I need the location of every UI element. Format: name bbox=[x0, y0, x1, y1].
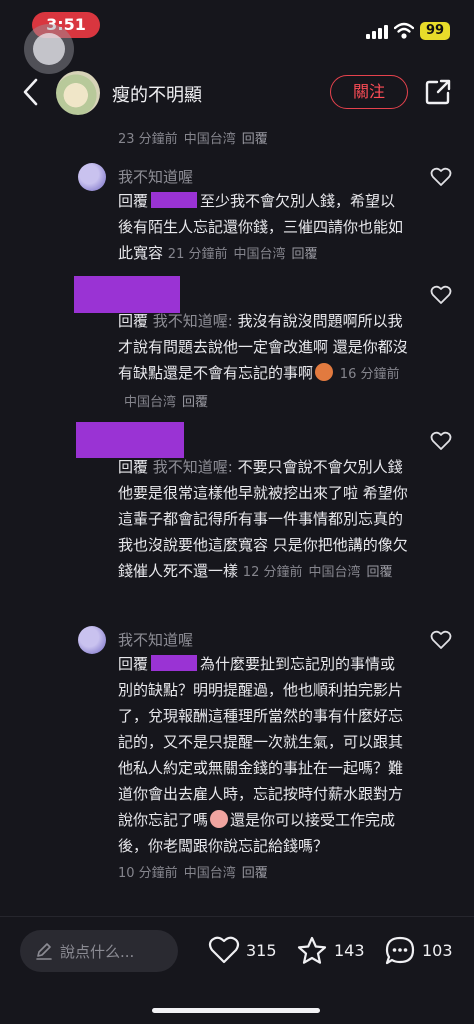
avatar[interactable] bbox=[78, 163, 106, 191]
redacted-mention bbox=[151, 192, 198, 208]
comment-meta: 23 分鐘前 中国台湾 回覆 bbox=[118, 128, 268, 147]
like-button[interactable]: 315 bbox=[208, 933, 278, 969]
avatar[interactable] bbox=[78, 626, 106, 654]
mention-tag[interactable]: 我不知道喔: bbox=[153, 458, 233, 476]
follow-button[interactable]: 關注 bbox=[330, 75, 408, 109]
share-icon[interactable] bbox=[424, 78, 452, 106]
cellular-signal-icon bbox=[366, 25, 388, 39]
status-bar: 3:51 99 bbox=[0, 0, 474, 74]
pen-icon bbox=[36, 943, 52, 960]
star-icon bbox=[297, 936, 327, 964]
heart-icon[interactable] bbox=[430, 630, 452, 650]
favorite-count: 143 bbox=[334, 941, 365, 960]
commenter-name[interactable]: 我不知道喔 bbox=[118, 629, 193, 650]
comment-icon bbox=[385, 936, 415, 965]
reply-button[interactable]: 回覆 bbox=[242, 132, 268, 147]
commenter-name[interactable]: 我不知道喔 bbox=[118, 166, 193, 187]
back-icon[interactable] bbox=[18, 74, 44, 110]
heart-icon bbox=[208, 936, 240, 964]
comment-body: 不要只會說不會欠別人錢 他要是很常這樣他早就被挖出來了啦 希望你這輩子都會記得所… bbox=[118, 458, 408, 580]
angry-emoji-icon bbox=[315, 363, 334, 381]
reply-prefix: 回覆 bbox=[118, 655, 149, 673]
heart-icon[interactable] bbox=[430, 285, 452, 305]
comment-location: 中国台湾 bbox=[183, 866, 236, 881]
comment-time: 10 分鐘前 bbox=[118, 866, 178, 881]
heart-icon[interactable] bbox=[430, 167, 452, 187]
battery-indicator: 99 bbox=[420, 22, 450, 40]
mention-tag[interactable]: 我不知道喔: bbox=[153, 312, 233, 330]
reply-button[interactable]: 回覆 bbox=[242, 866, 268, 881]
redacted-mention bbox=[151, 655, 198, 671]
comment-count: 103 bbox=[422, 941, 453, 960]
comment-input[interactable]: 說点什么... bbox=[20, 930, 178, 972]
comment-time: 12 分鐘前 bbox=[242, 565, 303, 580]
reply-prefix: 回覆 bbox=[118, 312, 149, 330]
home-indicator[interactable] bbox=[152, 1008, 320, 1013]
comment-location: 中国台湾 bbox=[183, 132, 236, 147]
comment-location: 中国台湾 bbox=[308, 565, 361, 580]
comment-text[interactable]: 回覆 至少我不會欠別人錢，希望以後有陌生人忘記還你錢，三催四請你也能如此寬容 21… bbox=[118, 188, 408, 268]
comment-text[interactable]: 回覆 我不知道喔: 不要只會說不會欠別人錢 他要是很常這樣他早就被挖出來了啦 希… bbox=[118, 454, 408, 586]
comment-button[interactable]: 103 bbox=[384, 933, 454, 969]
comment-body: 為什麼要扯到忘記別的事情或別的缺點？明明提醒過，他也順利拍完影片了，兌現報酬這種… bbox=[118, 655, 404, 829]
comment-location: 中国台湾 bbox=[124, 395, 177, 410]
reply-button[interactable]: 回覆 bbox=[367, 565, 393, 580]
user-name[interactable]: 瘦的不明顯 bbox=[112, 81, 202, 107]
favorite-button[interactable]: 143 bbox=[296, 933, 366, 969]
wifi-icon bbox=[394, 22, 414, 39]
reply-button[interactable]: 回覆 bbox=[292, 247, 318, 262]
divider bbox=[0, 916, 474, 917]
reply-button[interactable]: 回覆 bbox=[182, 395, 208, 410]
reply-prefix: 回覆 bbox=[118, 458, 149, 476]
redacted-user-block bbox=[76, 422, 184, 458]
comment-time: 21 分鐘前 bbox=[167, 247, 228, 262]
comment-time: 23 分鐘前 bbox=[118, 132, 178, 147]
comment-text[interactable]: 回覆 我不知道喔: 我沒有說沒問題啊所以我才說有問題去說他一定會改進啊 還是你都… bbox=[118, 308, 408, 416]
avatar[interactable] bbox=[56, 71, 100, 115]
reply-prefix: 回覆 bbox=[118, 192, 149, 210]
comment-text[interactable]: 回覆 為什麼要扯到忘記別的事情或別的缺點？明明提醒過，他也順利拍完影片了，兌現報酬… bbox=[118, 651, 408, 887]
profile-header: 瘦的不明顯 關注 bbox=[0, 58, 474, 128]
comment-time: 16 分鐘前 bbox=[339, 367, 400, 382]
like-count: 315 bbox=[246, 941, 277, 960]
heart-icon[interactable] bbox=[430, 431, 452, 451]
comment-input-placeholder: 說点什么... bbox=[60, 943, 135, 961]
sad-emoji-icon bbox=[210, 810, 229, 828]
comment-location: 中国台湾 bbox=[233, 247, 286, 262]
